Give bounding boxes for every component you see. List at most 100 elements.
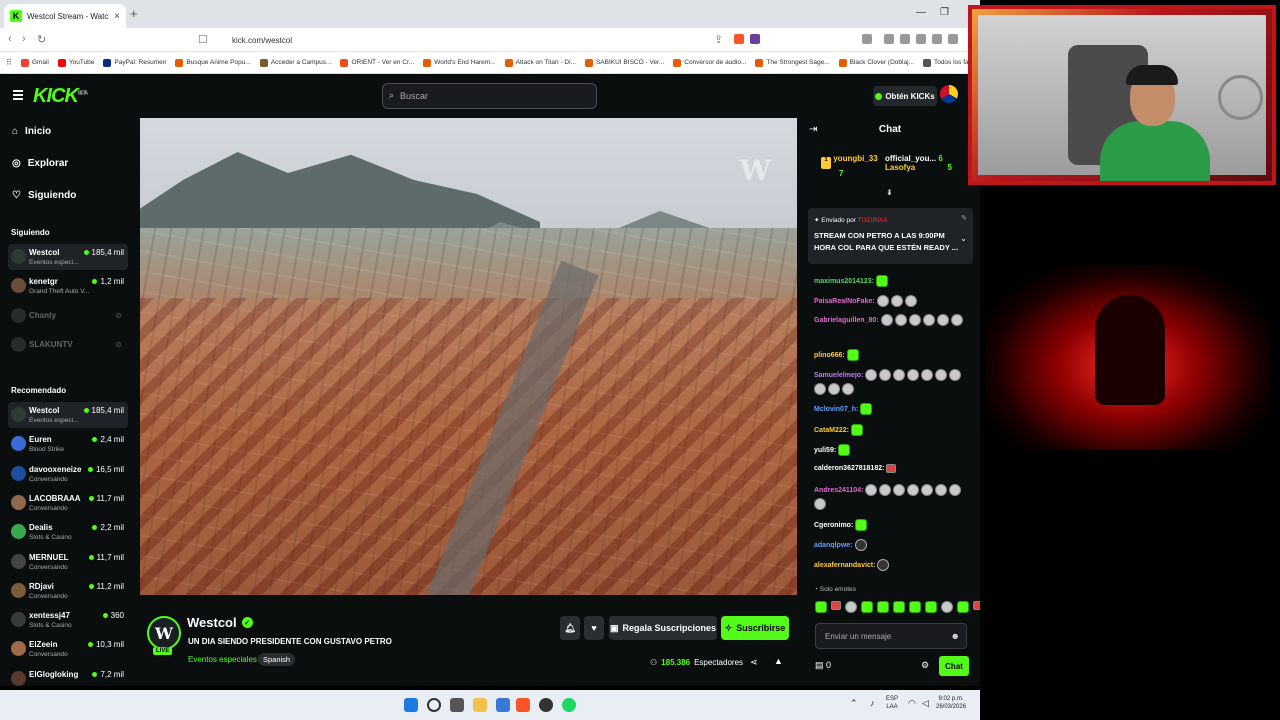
sidebar-channel[interactable]: LACOBRAAA Conversando 11,7 mil bbox=[8, 490, 128, 516]
obs-icon[interactable] bbox=[539, 698, 553, 712]
brave-browser-icon[interactable] bbox=[516, 698, 530, 712]
follow-button[interactable]: ♥ bbox=[584, 616, 604, 640]
nav-siguiendo[interactable]: ♡ Siguiendo bbox=[12, 190, 76, 201]
chat-message[interactable]: calderon3627818182: bbox=[814, 464, 964, 473]
chat-username[interactable]: Andres241104: bbox=[814, 487, 863, 494]
expand-gifters-icon[interactable]: ⇟ bbox=[886, 188, 893, 197]
chat-message[interactable]: Gabrielaguillen_80: bbox=[814, 314, 964, 326]
emote-shortcut-icon[interactable] bbox=[845, 601, 857, 613]
tray-chevron-icon[interactable]: ⌃ bbox=[850, 699, 858, 708]
gift-subs-button[interactable]: ▣ Regala Suscripciones bbox=[609, 616, 717, 640]
report-icon[interactable]: ▲ bbox=[774, 656, 783, 666]
stream-category[interactable]: Eventos especiales bbox=[188, 655, 257, 664]
search-icon[interactable] bbox=[427, 698, 441, 712]
bookmark-item[interactable]: Acceder a Campus... bbox=[259, 58, 331, 67]
emote-shortcut-icon[interactable] bbox=[877, 601, 889, 613]
bookmark-item[interactable]: PayPal: Resumen bbox=[103, 58, 166, 67]
sidebar-toggle-icon[interactable] bbox=[884, 34, 894, 44]
chat-username[interactable]: Samuelelmejo: bbox=[814, 372, 863, 379]
sidebar-channel[interactable]: Dealis Slots & Casino 2,2 mil bbox=[8, 519, 128, 545]
sidebar-channel[interactable]: kenetgr Grand Theft Auto V... 1,2 mil bbox=[8, 273, 128, 299]
bookmark-item[interactable]: Conversor de audio... bbox=[673, 58, 746, 67]
spotify-icon[interactable] bbox=[562, 698, 576, 712]
chevron-down-icon[interactable]: ⌄ bbox=[960, 234, 967, 243]
task-view-icon[interactable] bbox=[450, 698, 464, 712]
subscribe-button[interactable]: ✧ Suscribirse bbox=[721, 616, 789, 640]
volume-icon[interactable]: ◁ bbox=[922, 699, 929, 708]
bookmark-item[interactable]: Gmail bbox=[20, 58, 49, 67]
chat-message[interactable]: adanqlpwe: bbox=[814, 539, 964, 551]
windows-start-icon[interactable] bbox=[404, 698, 418, 712]
brave-shield-icon[interactable] bbox=[734, 34, 744, 44]
back-icon[interactable]: ‹ bbox=[8, 33, 12, 45]
chat-username[interactable]: adanqlpwe: bbox=[814, 542, 853, 549]
chat-settings-icon[interactable]: ⚙ bbox=[921, 660, 929, 671]
forward-icon[interactable]: › bbox=[22, 33, 26, 45]
channel-name[interactable]: Westcol ✓ bbox=[187, 615, 253, 630]
search-input[interactable]: ⌕ Buscar bbox=[382, 83, 597, 109]
sidebar-channel[interactable]: RDjavi Conversando 11,2 mil bbox=[8, 578, 128, 604]
new-tab-icon[interactable]: + bbox=[130, 6, 138, 21]
sidebar-channel[interactable]: Euren Blood Strike 2,4 mil bbox=[8, 431, 128, 457]
video-player[interactable]: W bbox=[140, 118, 797, 595]
kick-logo[interactable]: KICKBETA bbox=[33, 85, 88, 108]
chat-message[interactable]: Andres241104: bbox=[814, 484, 964, 510]
emoji-picker-icon[interactable]: ☻ bbox=[951, 631, 960, 641]
sidebar-channel[interactable]: Westcol Eventos especi... 185,4 mil bbox=[8, 402, 128, 428]
sidebar-channel[interactable]: xentessj47 Slots & Casino 360 bbox=[8, 607, 128, 633]
microphone-icon[interactable]: ♪ bbox=[870, 699, 875, 708]
bookmark-item[interactable]: Black Clover (Doblaj... bbox=[838, 58, 914, 67]
bookmark-item[interactable]: YouTube bbox=[57, 58, 94, 67]
bookmark-item[interactable]: Busque Anime Popu... bbox=[175, 58, 251, 67]
send-chat-button[interactable]: Chat bbox=[939, 656, 969, 676]
language-indicator[interactable]: ESP LAA bbox=[886, 695, 898, 711]
clock[interactable]: 9:02 p.m. 26/03/2026 bbox=[936, 695, 966, 711]
sidebar-channel[interactable]: SLAKUNTV ⊘ bbox=[8, 332, 128, 358]
extension-icon[interactable] bbox=[862, 34, 872, 44]
emote-shortcut-icon[interactable] bbox=[815, 601, 827, 613]
bookmark-star-icon[interactable]: ☐ bbox=[198, 33, 208, 46]
minimize-icon[interactable]: — bbox=[916, 7, 926, 18]
notifications-button[interactable]: 🔔︎ bbox=[560, 616, 580, 640]
chat-username[interactable]: PaisaRealNoFake: bbox=[814, 298, 875, 305]
share-page-icon[interactable]: ⇪ bbox=[714, 33, 723, 46]
tools-icon[interactable] bbox=[932, 34, 942, 44]
emote-shortcut-icon[interactable] bbox=[909, 601, 921, 613]
wallet-icon[interactable] bbox=[900, 34, 910, 44]
nav-inicio[interactable]: ⌂ Inicio bbox=[12, 126, 51, 137]
maximize-icon[interactable]: ❐ bbox=[940, 7, 949, 18]
chat-message[interactable]: alexafernandavict: bbox=[814, 559, 964, 571]
chat-message[interactable]: Samuelelmejo: bbox=[814, 369, 964, 395]
chat-username[interactable]: calderon3627818182: bbox=[814, 465, 884, 472]
sidebar-channel[interactable]: ElGlogloking 7,2 mil bbox=[8, 666, 128, 686]
sidebar-channel[interactable]: davooxeneize Conversando 16,5 mil bbox=[8, 461, 128, 487]
language-tag[interactable]: Spanish bbox=[258, 653, 296, 666]
store-icon[interactable] bbox=[496, 698, 510, 712]
emote-shortcut-icon[interactable] bbox=[941, 601, 953, 613]
chat-username[interactable]: CataM222: bbox=[814, 427, 849, 434]
chat-message[interactable]: maximus2014123: bbox=[814, 275, 964, 287]
chat-username[interactable]: maximus2014123: bbox=[814, 278, 874, 285]
bookmark-item[interactable]: World's End Harem... bbox=[423, 58, 496, 67]
emote-shortcut-icon[interactable] bbox=[973, 601, 980, 610]
bookmark-item[interactable]: The Strongest Sage... bbox=[755, 58, 830, 67]
unpin-icon[interactable]: ✎ bbox=[961, 214, 967, 222]
top-gifter[interactable]: official_you... 6 Lasofya 5 bbox=[885, 154, 952, 172]
pinned-message[interactable]: ✦ Enviado por TIXDINXA ✎ STREAM CON PETR… bbox=[808, 208, 973, 264]
download-icon[interactable] bbox=[916, 34, 926, 44]
bookmark-item[interactable]: SABIKUI BISCO - Ver... bbox=[584, 58, 664, 67]
bookmark-item[interactable]: Attack on Titan - Di... bbox=[504, 58, 576, 67]
apps-grid-icon[interactable]: ⠿ bbox=[6, 58, 12, 67]
chat-username[interactable]: Gabrielaguillen_80: bbox=[814, 317, 879, 324]
emote-shortcut-icon[interactable] bbox=[957, 601, 969, 613]
nav-explorar[interactable]: ◎ Explorar bbox=[12, 158, 68, 169]
channel-avatar[interactable]: W bbox=[147, 616, 181, 650]
tab-close-icon[interactable]: × bbox=[114, 11, 120, 22]
rewards-icon[interactable] bbox=[750, 34, 760, 44]
get-kicks-button[interactable]: Obtén KICKs bbox=[873, 86, 937, 106]
chat-input[interactable]: Enviar un mensaje ☻ bbox=[815, 623, 967, 649]
share-icon[interactable]: ⋖ bbox=[750, 657, 758, 668]
emote-shortcut-icon[interactable] bbox=[893, 601, 905, 613]
chat-username[interactable]: Cgeronimo: bbox=[814, 522, 853, 529]
chat-username[interactable]: Mclovin07_h: bbox=[814, 406, 858, 413]
